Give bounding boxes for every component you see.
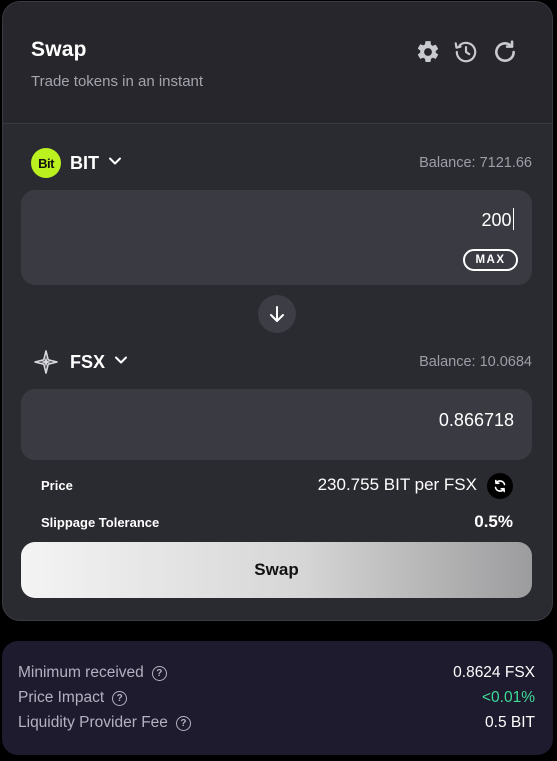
- detail-label: Minimum received: [18, 664, 144, 681]
- page-title: Swap: [31, 38, 87, 61]
- page-subtitle: Trade tokens in an instant: [31, 73, 204, 90]
- swap-details-panel: Minimum received ? 0.8624 FSX Price Impa…: [2, 641, 553, 755]
- refresh-icon[interactable]: [491, 38, 519, 66]
- to-token-name: FSX: [70, 351, 106, 372]
- to-balance: Balance: 10.0684: [419, 354, 532, 370]
- detail-value: 0.5 BIT: [485, 714, 535, 731]
- detail-label: Liquidity Provider Fee: [18, 714, 168, 731]
- price-label: Price: [41, 478, 73, 493]
- to-token-selector[interactable]: FSX: [31, 347, 128, 377]
- chevron-down-icon: [114, 353, 128, 372]
- swap-card: Swap Trade tokens in an instant Bit BIT: [2, 1, 553, 621]
- to-amount-field[interactable]: 0.866718: [21, 389, 532, 460]
- chevron-down-icon: [108, 154, 122, 173]
- detail-row-liquidity-provider-fee: Liquidity Provider Fee ? 0.5 BIT: [18, 712, 535, 734]
- from-token-selector[interactable]: Bit BIT: [31, 148, 122, 178]
- detail-row-price-impact: Price Impact ? <0.01%: [18, 687, 535, 709]
- detail-label: Price Impact: [18, 689, 105, 706]
- from-amount-field[interactable]: 200 MAX: [21, 190, 532, 285]
- help-icon[interactable]: ?: [175, 715, 191, 731]
- refresh-icon: [494, 479, 506, 493]
- help-icon[interactable]: ?: [112, 690, 128, 706]
- bit-token-logo: Bit: [31, 148, 61, 178]
- gear-icon[interactable]: [414, 38, 442, 66]
- swap-header: Swap Trade tokens in an instant: [3, 2, 552, 124]
- slippage-value: 0.5%: [474, 512, 513, 531]
- price-value: 230.755 BIT per FSX: [317, 475, 477, 494]
- arrow-down-icon: [270, 306, 284, 322]
- price-invert-button[interactable]: [487, 473, 513, 499]
- from-token-name: BIT: [70, 152, 99, 173]
- detail-value: <0.01%: [481, 689, 535, 706]
- detail-value: 0.8624 FSX: [453, 664, 535, 681]
- fsx-token-logo: [31, 347, 61, 377]
- history-icon[interactable]: [452, 38, 480, 66]
- from-balance: Balance: 7121.66: [419, 155, 532, 171]
- help-icon[interactable]: ?: [151, 665, 167, 681]
- to-amount-input[interactable]: 0.866718: [439, 410, 514, 431]
- slippage-label: Slippage Tolerance: [41, 515, 160, 530]
- from-amount-input[interactable]: 200: [481, 208, 514, 231]
- detail-row-minimum-received: Minimum received ? 0.8624 FSX: [18, 662, 535, 684]
- swap-button[interactable]: Swap: [21, 542, 532, 598]
- max-button[interactable]: MAX: [463, 249, 518, 271]
- switch-direction-button[interactable]: [258, 295, 296, 333]
